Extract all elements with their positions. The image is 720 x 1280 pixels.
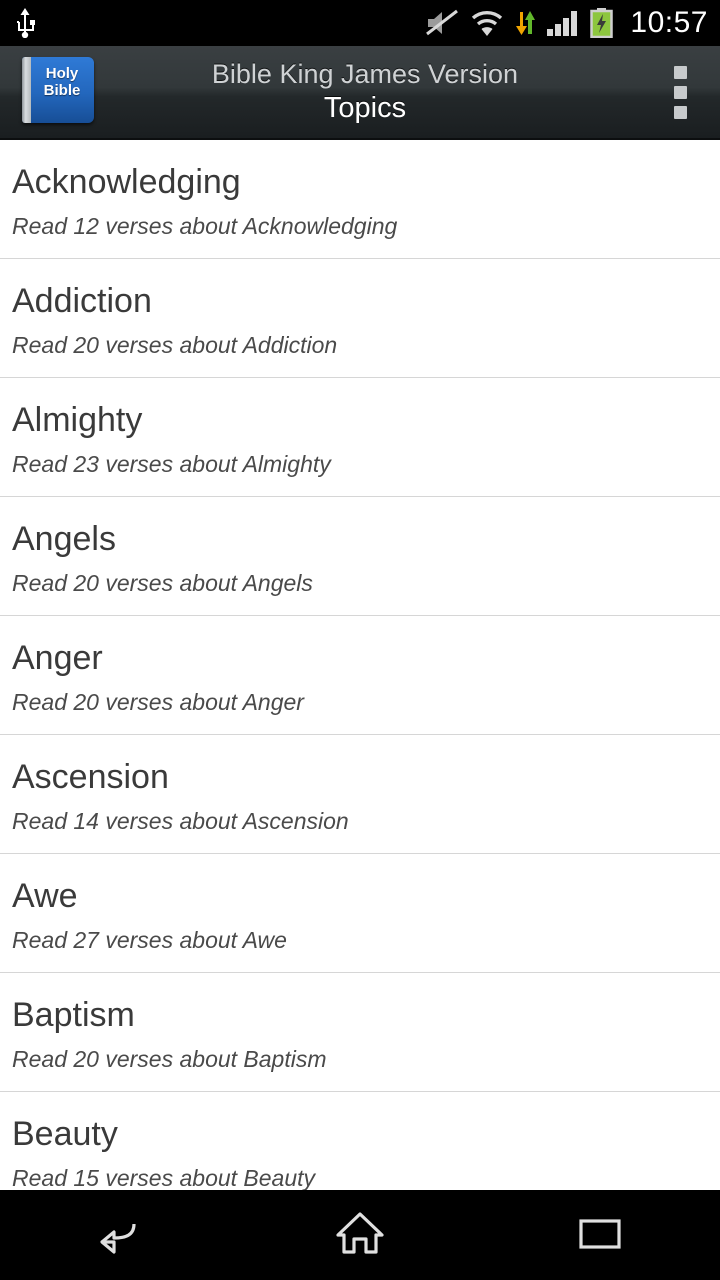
topic-subtitle: Read 20 verses about Addiction [12,332,338,358]
overflow-menu-button[interactable] [650,45,710,139]
status-bar-clock: 10:57 [630,6,708,39]
list-item[interactable]: Acknowledging Read 12 verses about Ackno… [0,140,720,259]
topic-title: Awe [12,877,78,915]
topic-title: Almighty [12,401,143,439]
topic-title: Angels [12,520,116,558]
wifi-icon [470,9,504,37]
topic-title: Baptism [12,996,135,1034]
system-navigation-bar [0,1190,720,1280]
list-item[interactable]: Beauty Read 15 verses about Beauty [0,1092,720,1190]
overflow-dot-icon [673,85,687,99]
recent-apps-button[interactable] [525,1190,675,1280]
app-icon-holy-bible[interactable]: Holy Bible [16,53,100,131]
app-icon-line1: Holy [45,65,79,82]
battery-charging-icon [590,8,614,38]
back-arrow-icon [92,1211,148,1260]
app-icon-line2: Bible [43,82,81,99]
topic-subtitle: Read 27 verses about Awe [12,927,287,953]
cell-signal-icon [546,9,580,37]
overflow-dot-icon [673,65,687,79]
topic-subtitle: Read 14 verses about Ascension [12,808,349,834]
topic-title: Beauty [12,1115,118,1153]
topic-subtitle: Read 20 verses about Baptism [12,1046,327,1072]
topic-subtitle: Read 20 verses about Angels [12,570,313,596]
recent-apps-icon [574,1211,626,1260]
list-item[interactable]: Almighty Read 23 verses about Almighty [0,378,720,497]
overflow-dot-icon [673,105,687,119]
status-bar: 10:57 [0,0,720,46]
topic-title: Acknowledging [12,163,241,201]
list-item[interactable]: Baptism Read 20 verses about Baptism [0,973,720,1092]
list-item[interactable]: Addiction Read 20 verses about Addiction [0,259,720,378]
topic-subtitle: Read 12 verses about Acknowledging [12,213,398,239]
phone-screen: 10:57 Holy Bible Bible King James Versio… [0,0,720,1280]
list-item[interactable]: Ascension Read 14 verses about Ascension [0,735,720,854]
page-title: Topics [323,92,407,124]
book-icon: Holy Bible [22,57,94,123]
status-bar-left-icons [12,8,424,38]
topic-subtitle: Read 20 verses about Anger [12,689,304,715]
status-bar-right-icons: 10:57 [424,6,708,40]
list-item[interactable]: Angels Read 20 verses about Angels [0,497,720,616]
list-item[interactable]: Anger Read 20 verses about Anger [0,616,720,735]
action-bar-titles: Bible King James Version Topics [80,58,650,126]
usb-icon [12,8,38,38]
topic-title: Addiction [12,282,152,320]
topics-list[interactable]: Acknowledging Read 12 verses about Ackno… [0,140,720,1190]
list-item[interactable]: Awe Read 27 verses about Awe [0,854,720,973]
back-button[interactable] [45,1190,195,1280]
app-title: Bible King James Version [211,59,519,89]
data-transfer-icon [514,8,536,38]
topic-title: Anger [12,639,103,677]
home-icon [332,1209,388,1262]
action-bar: Holy Bible Bible King James Version Topi… [0,46,720,140]
topic-subtitle: Read 23 verses about Almighty [12,451,331,477]
home-button[interactable] [285,1190,435,1280]
topic-title: Ascension [12,758,169,796]
topic-subtitle: Read 15 verses about Beauty [12,1165,316,1190]
volume-mute-icon [424,8,460,38]
